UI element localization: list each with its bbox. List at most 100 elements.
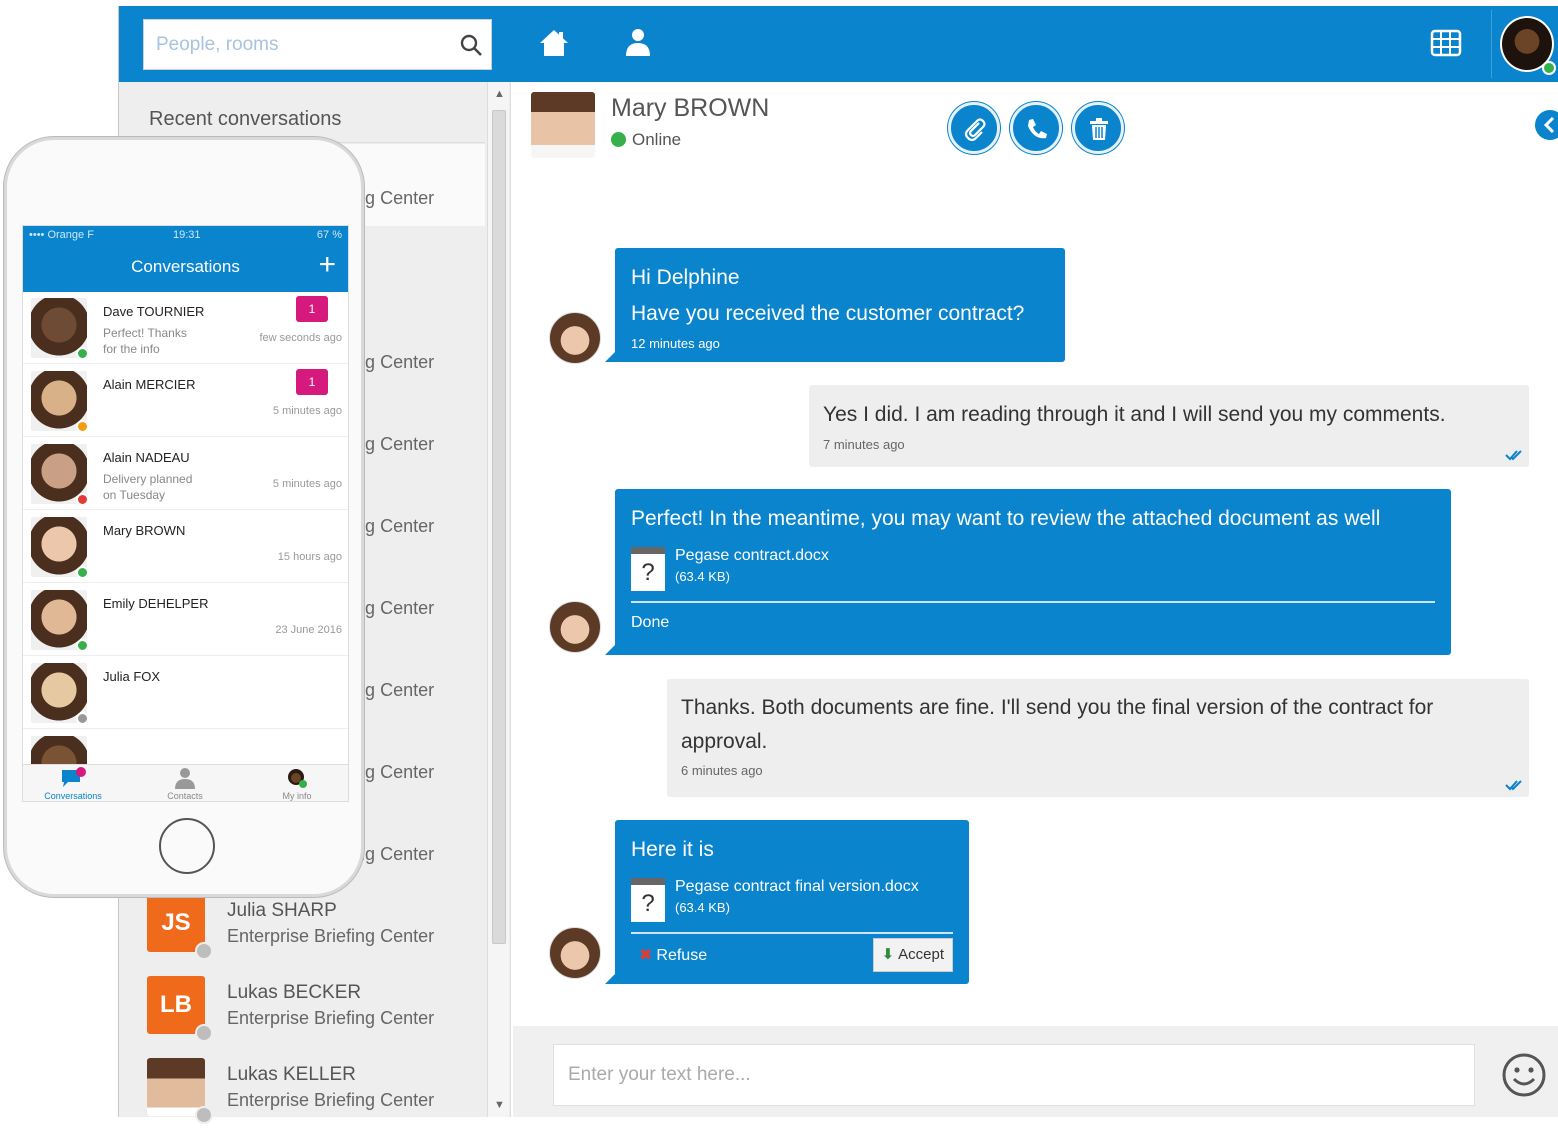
file-attachment[interactable]: ? Pegase contract final version.docx (63… (631, 876, 953, 926)
carrier-text: •••• Orange F (29, 229, 94, 241)
search-input[interactable] (144, 20, 444, 69)
online-status-dot (611, 132, 626, 147)
clock-text: 19:31 (173, 229, 201, 241)
tab-contacts[interactable]: Contacts (135, 767, 235, 801)
message-text: Hi Delphine Have you received the custom… (631, 266, 1025, 325)
accept-file-button[interactable]: ⬇ Accept (872, 938, 953, 972)
contact-name: Emily DEHELPER (103, 596, 209, 611)
unread-badge: 1 (296, 369, 328, 395)
file-name[interactable]: Pegase contract.docx (675, 547, 829, 565)
battery-text: 67 % (316, 229, 342, 241)
contact-name: Lukas KELLER (227, 1064, 356, 1085)
contact-company: Enterprise Briefing Center (227, 926, 435, 946)
avatar-initials: LB (160, 991, 192, 1018)
call-button[interactable] (1010, 102, 1062, 154)
scroll-thumb[interactable] (492, 110, 506, 944)
phone-conversation-row[interactable]: Mary BROWN 15 hours ago (23, 511, 348, 583)
new-conversation-button[interactable]: + (318, 250, 336, 280)
contact-name: Julia FOX (103, 669, 161, 684)
status-dot (76, 566, 89, 579)
conversation-row[interactable]: Lukas KELLER Enterprise Briefing Center (119, 1046, 485, 1128)
status-dot (76, 493, 89, 506)
home-icon[interactable] (537, 26, 571, 60)
phone-home-button[interactable] (159, 818, 215, 874)
grid-icon[interactable] (1429, 26, 1463, 60)
tab-label: Contacts (167, 791, 203, 801)
unread-badge: 1 (296, 296, 328, 322)
sender-avatar (549, 601, 601, 653)
phone-conversation-row[interactable]: Dave TOURNIER Perfect! Thanks for the inf… (23, 292, 348, 364)
my-status-dot (1542, 61, 1556, 75)
contact-name: Mary BROWN (611, 94, 770, 122)
attach-file-button[interactable] (948, 102, 1000, 154)
phone-conversation-row[interactable]: Julia FOX (23, 657, 348, 729)
person-icon[interactable] (621, 26, 655, 60)
phone-header: Conversations + (23, 244, 348, 292)
file-name[interactable]: Pegase contract final version.docx (675, 878, 919, 896)
message-text: Thanks. Both documents are fine. I'll se… (681, 696, 1434, 753)
phone-conversation-row[interactable]: Alain MERCIER 5 minutes ago 1 (23, 365, 348, 437)
phone-tab-bar: Conversations Contacts My info (23, 764, 348, 801)
tab-conversations[interactable]: Conversations (23, 767, 123, 801)
cross-icon: ✖ (639, 947, 653, 964)
avatar: JS (147, 894, 213, 960)
avatar: LB (147, 976, 213, 1042)
download-icon: ⬇ (881, 946, 895, 963)
contact-avatar[interactable] (531, 92, 595, 158)
scrollbar[interactable]: ▲ ▼ (487, 82, 509, 1117)
tab-my-info[interactable]: My info (247, 767, 347, 801)
message-time: 5 minutes ago (272, 405, 342, 417)
message-time: 6 minutes ago (681, 763, 763, 778)
top-bar (119, 6, 1558, 82)
smiley-icon[interactable] (1501, 1052, 1547, 1098)
chat-panel: Mary BROWN Online Hi Delphine Have you r… (513, 82, 1558, 1117)
message-bubble-incoming: Hi Delphine Have you received the custom… (605, 248, 1065, 362)
message-bubble-incoming-attachment: Perfect! In the meantime, you may want t… (605, 489, 1451, 655)
scroll-down-arrow-icon[interactable]: ▼ (494, 1099, 505, 1111)
status-dot (195, 1106, 213, 1124)
avatar (31, 517, 89, 579)
status-dot (76, 712, 89, 725)
contact-name: Alain MERCIER (103, 377, 196, 392)
read-receipt-icon (1505, 450, 1522, 461)
accept-label: Accept (898, 946, 944, 963)
tab-label: Conversations (44, 791, 102, 801)
message-time: 15 hours ago (277, 551, 342, 563)
my-avatar[interactable] (1491, 10, 1558, 78)
avatar (31, 371, 89, 433)
file-attachment[interactable]: ? Pegase contract.docx (63.4 KB) (631, 545, 1435, 595)
unknown-file-icon: ? (631, 878, 665, 922)
message-composer (513, 1026, 1558, 1117)
scroll-up-arrow-icon[interactable]: ▲ (494, 88, 505, 100)
search-box[interactable] (143, 19, 492, 70)
message-time: 7 minutes ago (823, 437, 905, 452)
collapse-panel-button[interactable] (1535, 110, 1558, 140)
message-bubble-outgoing: Thanks. Both documents are fine. I'll se… (667, 679, 1529, 797)
message-time: few seconds ago (259, 332, 342, 344)
message-text: Perfect! In the meantime, you may want t… (631, 507, 1381, 530)
contact-status: Online (611, 130, 681, 150)
refuse-file-button[interactable]: ✖ Refuse (639, 936, 707, 976)
contact-company: Enterprise Briefing Center (227, 1008, 435, 1028)
file-size: (63.4 KB) (675, 569, 730, 584)
message-time: 12 minutes ago (631, 336, 720, 351)
paperclip-icon (964, 118, 986, 142)
recent-conversations-title: Recent conversations (149, 108, 342, 130)
avatar (147, 1058, 213, 1124)
message-text: Here it is (631, 838, 714, 861)
file-transfer-actions: ✖ Refuse ⬇ Accept (631, 934, 953, 974)
message-text: Yes I did. I am reading through it and I… (823, 403, 1446, 426)
chevron-left-icon (1543, 117, 1555, 133)
status-dot (195, 942, 213, 960)
phone-conversation-row[interactable]: Alain NADEAU Delivery planned on Tuesday 5… (23, 438, 348, 510)
conversation-row[interactable]: LB Lukas BECKER Enterprise Briefing Center (119, 964, 485, 1046)
status-dot (76, 420, 89, 433)
avatar (31, 298, 89, 360)
phone-conversation-row[interactable]: Emily DEHELPER 23 June 2016 (23, 584, 348, 656)
status-dot (76, 347, 89, 360)
search-icon[interactable] (459, 33, 483, 57)
sender-avatar (549, 927, 601, 979)
message-input[interactable] (553, 1044, 1475, 1106)
delete-conversation-button[interactable] (1072, 102, 1124, 154)
last-message-preview: Perfect! Thanks for the info (103, 326, 187, 356)
